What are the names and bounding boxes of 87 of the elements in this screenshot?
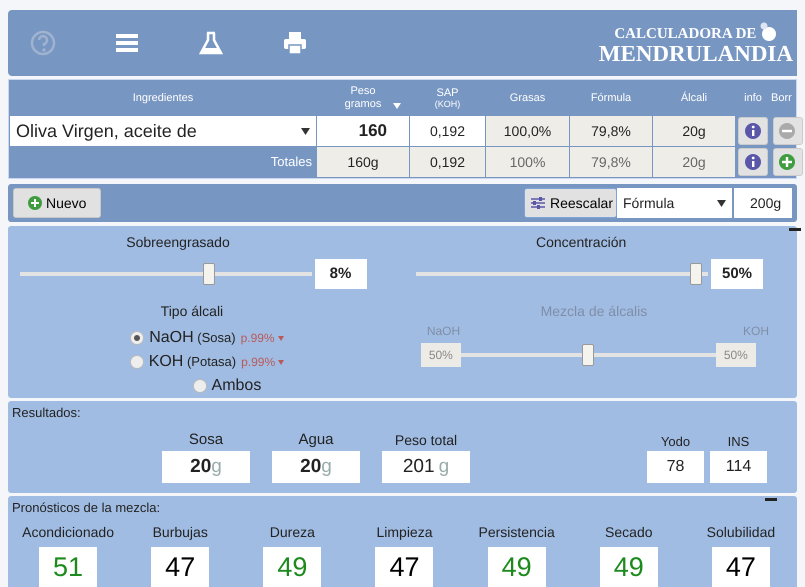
table-cell: 79,8% — [570, 147, 652, 177]
sliders-icon — [530, 196, 546, 210]
table-cell: 100% — [486, 147, 569, 177]
prediction-value: 47 — [151, 546, 210, 587]
radio-option[interactable]: KOH (Potasa) p.99% — [130, 350, 284, 374]
prediction-value: 47 — [375, 546, 434, 587]
radio-button[interactable] — [130, 331, 144, 345]
weight-input[interactable]: 160 — [317, 116, 409, 146]
prediction-value: 49 — [488, 546, 546, 587]
prediction-value: 49 — [263, 546, 322, 587]
rescale-mode-select[interactable]: Fórmula — [617, 188, 732, 218]
value-box[interactable]: 8% — [314, 259, 366, 289]
ingredient-select[interactable]: Oliva Virgen, aceite de — [10, 116, 316, 146]
caret-icon — [301, 128, 310, 134]
info-icon — [744, 153, 762, 171]
prediction-value: 51 — [39, 546, 98, 587]
logo-text: CALCULADORA DE — [614, 26, 756, 42]
section-label: Tipo álcali — [160, 302, 224, 321]
table-cell: 79,8% — [570, 116, 652, 146]
percent-box: 50% — [420, 343, 461, 367]
flask-icon[interactable] — [198, 30, 224, 56]
result-label: Peso total — [394, 431, 458, 450]
rescale-button[interactable]: Reescalar — [524, 188, 617, 218]
info-button[interactable] — [738, 148, 768, 176]
sort-icon[interactable] — [393, 103, 401, 109]
result-value: 20g — [162, 451, 250, 483]
alkali-label: KOH — [742, 323, 769, 340]
slider-thumb[interactable] — [690, 263, 702, 285]
prediction-label: Secado — [605, 522, 653, 542]
amount-input[interactable]: 200g — [734, 188, 792, 218]
radio-button[interactable] — [192, 379, 207, 393]
alkali-label: NaOH — [426, 323, 460, 340]
new-button[interactable]: Nuevo — [13, 188, 102, 218]
caret-icon[interactable] — [278, 360, 284, 364]
caret-icon — [717, 200, 726, 206]
section-title: Pronósticos de la mezcla: — [12, 499, 160, 517]
result-value: 201 g — [382, 451, 470, 483]
result-label: Sosa — [188, 430, 224, 450]
section-label: Mezcla de álcalis — [540, 302, 648, 321]
help-icon[interactable] — [30, 30, 56, 56]
totals-label: Totales — [270, 153, 313, 172]
slider-thumb[interactable] — [202, 263, 215, 285]
section-title: Resultados: — [12, 404, 81, 422]
percent-box: 50% — [716, 343, 756, 367]
result-label: Agua — [298, 430, 334, 450]
prediction-label: Dureza — [270, 522, 315, 542]
result-label: Yodo — [660, 432, 690, 450]
column-header: Ingredientes — [132, 90, 194, 106]
slider-label: Sobreengrasado — [126, 233, 230, 252]
radio-option[interactable]: NaOH (Sosa) p.99% — [130, 326, 284, 350]
column-header: info — [743, 90, 763, 106]
prediction-label: Persistencia — [478, 522, 555, 542]
table-cell: 20g — [653, 147, 735, 177]
radio-button[interactable] — [130, 355, 144, 369]
value-box[interactable]: 50% — [711, 259, 763, 289]
radio-option[interactable]: Ambos — [192, 374, 262, 398]
plus-icon — [28, 196, 42, 210]
prediction-label: Burbujas — [152, 522, 208, 542]
table-cell: 160g — [317, 147, 409, 177]
prediction-label: Solubilidad — [706, 522, 776, 542]
slider-label: Concentración — [536, 233, 626, 252]
prediction-label: Acondicionado — [22, 522, 114, 542]
prediction-value: 47 — [712, 546, 770, 587]
logo-text: MENDRULANDIA — [598, 42, 793, 64]
caret-icon[interactable] — [278, 336, 284, 340]
minus-icon — [778, 122, 796, 140]
column-header: Borr — [771, 90, 793, 106]
plus-icon — [778, 153, 796, 171]
add-button[interactable] — [773, 148, 803, 176]
column-header: SAP (KOH) — [434, 86, 462, 112]
column-header: Fórmula — [590, 90, 632, 106]
table-cell: 100,0% — [486, 116, 569, 146]
bubble-icon — [759, 22, 778, 42]
print-icon[interactable] — [282, 30, 308, 56]
info-button[interactable] — [738, 117, 768, 145]
prediction-value: 49 — [600, 546, 658, 587]
table-cell: 20g — [653, 116, 735, 146]
column-header: Grasas — [508, 90, 546, 106]
column-header: Álcali — [680, 90, 708, 106]
table-cell: 0,192 — [410, 147, 485, 177]
result-value: 114 — [710, 451, 767, 483]
result-value: 20g — [272, 451, 360, 483]
info-icon — [744, 122, 762, 140]
table-cell: 0,192 — [410, 116, 485, 146]
result-value: 78 — [647, 451, 704, 483]
result-label: INS — [728, 432, 750, 450]
prediction-label: Limpieza — [376, 522, 432, 542]
